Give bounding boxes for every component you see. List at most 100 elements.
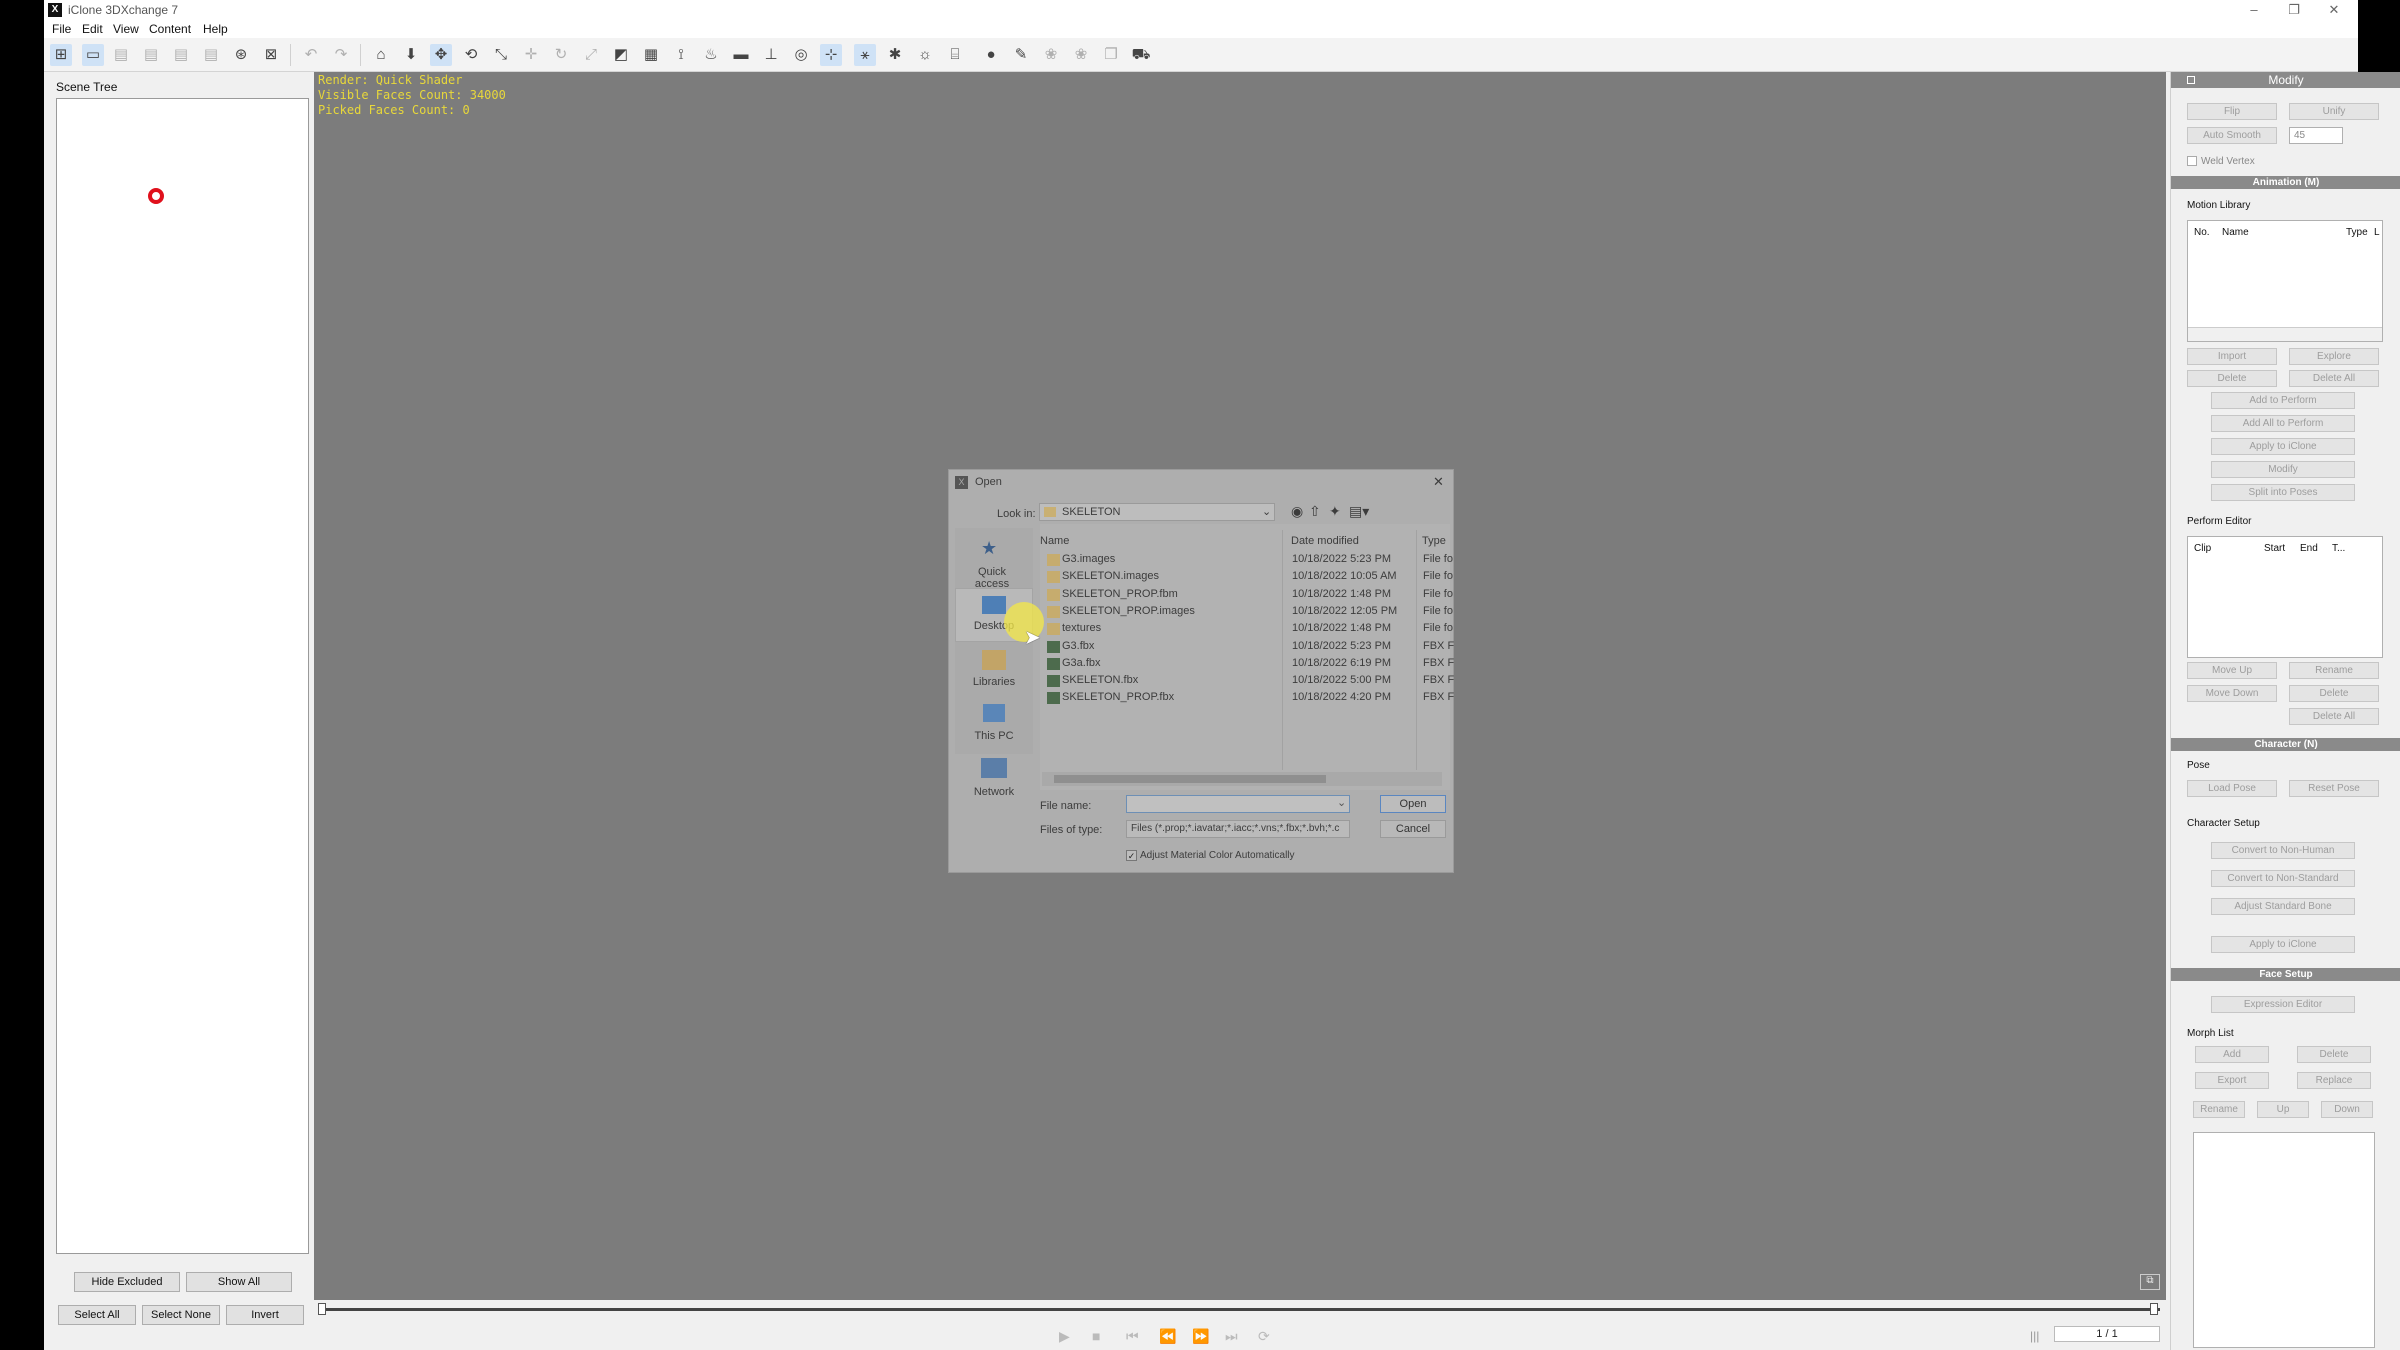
library-icon[interactable]: ⌸ xyxy=(944,44,966,66)
rename-morph-button[interactable]: Rename xyxy=(2193,1101,2245,1118)
pose-icon[interactable]: ✱ xyxy=(884,44,906,66)
restore-icon[interactable]: ❐ xyxy=(2274,0,2314,20)
modify-motion-button[interactable]: Modify xyxy=(2211,461,2355,478)
cart-icon[interactable]: ⛟ xyxy=(1130,44,1152,66)
column-name[interactable]: Name xyxy=(1040,535,1069,547)
network-icon[interactable] xyxy=(981,758,1007,778)
convert-non-human-button[interactable]: Convert to Non-Human xyxy=(2211,842,2355,859)
light-icon[interactable]: ♨ xyxy=(700,44,722,66)
character-header[interactable]: Character (N) xyxy=(2171,738,2400,751)
quick-access-item[interactable]: Quick access xyxy=(961,566,1023,590)
libraries-item[interactable]: Libraries xyxy=(963,676,1025,688)
file-row-name[interactable]: SKELETON_PROP.images xyxy=(1062,605,1195,617)
hide-excluded-button[interactable]: Hide Excluded xyxy=(74,1272,180,1292)
wireframe-icon[interactable]: ◩ xyxy=(610,44,632,66)
drop-to-floor-icon[interactable]: ⬇ xyxy=(400,44,422,66)
undo-icon[interactable]: ↶ xyxy=(300,44,322,66)
motion-library-table[interactable]: No. Name Type L xyxy=(2187,220,2383,342)
new-folder-icon[interactable]: ✦ xyxy=(1329,503,1341,520)
select-icon[interactable]: ⊹ xyxy=(820,44,842,66)
column-type[interactable]: Type xyxy=(1422,535,1446,547)
file-name-chevron-icon[interactable]: ⌄ xyxy=(1337,796,1346,809)
file-row-name[interactable]: G3a.fbx xyxy=(1062,657,1101,669)
select-none-button[interactable]: Select None xyxy=(142,1305,220,1325)
bone-icon[interactable]: ⟟ xyxy=(670,44,692,66)
home-icon[interactable]: ⌂ xyxy=(370,44,392,66)
adjust-standard-bone-button[interactable]: Adjust Standard Bone xyxy=(2211,898,2355,915)
maximize-viewport-icon[interactable]: ⧉ xyxy=(2140,1274,2160,1290)
stop-icon[interactable]: ■ xyxy=(1092,1328,1100,1344)
scale-icon[interactable]: ⤡ xyxy=(490,44,512,66)
scene-tree-toggle-icon[interactable]: ⊞ xyxy=(50,44,72,66)
apply-character-button[interactable]: Apply to iClone xyxy=(2211,936,2355,953)
select-all-button[interactable]: Select All xyxy=(58,1305,136,1325)
morph2-icon[interactable]: ❀ xyxy=(1070,44,1092,66)
redo-icon[interactable]: ↷ xyxy=(330,44,352,66)
files-of-type-dropdown[interactable]: Files (*.prop;*.iavatar;*.iacc;*.vns;*.f… xyxy=(1126,820,1350,838)
delete-all-motion-button[interactable]: Delete All xyxy=(2289,370,2379,387)
sphere-icon[interactable]: ● xyxy=(980,44,1002,66)
menu-file[interactable]: File xyxy=(52,22,71,36)
grid-icon[interactable]: ▦ xyxy=(640,44,662,66)
pen-icon[interactable]: ✎ xyxy=(1010,44,1032,66)
unify-button[interactable]: Unify xyxy=(2289,103,2379,120)
up-folder-icon[interactable]: ⇧ xyxy=(1309,503,1321,520)
camera-icon[interactable]: ▬ xyxy=(730,44,752,66)
file-name-input[interactable] xyxy=(1126,795,1350,813)
file-row-name[interactable]: textures xyxy=(1062,622,1101,634)
timeline-start-handle[interactable] xyxy=(318,1303,326,1315)
quick-access-icon[interactable]: ★ xyxy=(981,538,997,559)
this-pc-icon[interactable] xyxy=(983,704,1005,722)
menu-edit[interactable]: Edit xyxy=(82,22,103,36)
fit-icon[interactable]: ⤢ xyxy=(580,44,602,66)
dialog-close-icon[interactable]: ✕ xyxy=(1433,474,1444,490)
load-pose-button[interactable]: Load Pose xyxy=(2187,780,2277,797)
export-fbx-icon[interactable]: ▤ xyxy=(200,44,222,66)
morph-up-button[interactable]: Up xyxy=(2257,1101,2309,1118)
expression-editor-button[interactable]: Expression Editor xyxy=(2211,996,2355,1013)
morph-list-box[interactable] xyxy=(2193,1132,2375,1348)
collapse-icon[interactable] xyxy=(2187,76,2195,84)
file-row-name[interactable]: G3.images xyxy=(1062,553,1115,565)
network-item[interactable]: Network xyxy=(963,786,1025,798)
file-row-name[interactable]: SKELETON_PROP.fbx xyxy=(1062,691,1174,703)
look-in-dropdown[interactable]: SKELETON ⌄ xyxy=(1039,503,1275,521)
save-as-icon[interactable]: ▤ xyxy=(140,44,162,66)
export-morph-button[interactable]: Export xyxy=(2195,1072,2269,1089)
file-row-name[interactable]: G3.fbx xyxy=(1062,640,1094,652)
ground-icon[interactable]: ⊥ xyxy=(760,44,782,66)
morph-down-button[interactable]: Down xyxy=(2321,1101,2373,1118)
reset-pose-button[interactable]: Reset Pose xyxy=(2289,780,2379,797)
file-row-name[interactable]: SKELETON.images xyxy=(1062,570,1159,582)
close-icon[interactable]: ✕ xyxy=(2314,0,2354,20)
delete-motion-button[interactable]: Delete xyxy=(2187,370,2277,387)
add-morph-button[interactable]: Add xyxy=(2195,1046,2269,1063)
motion-library-scrollbar[interactable] xyxy=(2188,327,2382,341)
back-icon[interactable]: ◉ xyxy=(1291,503,1303,520)
timeline-end-handle[interactable] xyxy=(2150,1303,2158,1315)
auto-smooth-button[interactable]: Auto Smooth xyxy=(2187,127,2277,144)
animation-header[interactable]: Animation (M) xyxy=(2171,176,2400,189)
show-all-button[interactable]: Show All xyxy=(186,1272,292,1292)
column-date[interactable]: Date modified xyxy=(1291,535,1359,547)
loop-icon[interactable]: ⟳ xyxy=(1258,1328,1270,1345)
add-all-to-perform-button[interactable]: Add All to Perform xyxy=(2211,415,2355,432)
save-icon[interactable]: ▤ xyxy=(110,44,132,66)
batch-icon[interactable]: ⊠ xyxy=(260,44,282,66)
morph3-icon[interactable]: ❐ xyxy=(1100,44,1122,66)
frame-counter[interactable]: 1 / 1 xyxy=(2054,1326,2160,1342)
replace-morph-button[interactable]: Replace xyxy=(2297,1072,2371,1089)
rotate-icon[interactable]: ⟲ xyxy=(460,44,482,66)
menu-help[interactable]: Help xyxy=(203,22,228,36)
open-button[interactable]: Open xyxy=(1380,795,1446,813)
weld-vertex-checkbox[interactable] xyxy=(2187,156,2197,166)
next-frame-icon[interactable]: ⏩ xyxy=(1192,1328,1209,1345)
morph-icon[interactable]: ❀ xyxy=(1040,44,1062,66)
libraries-icon[interactable] xyxy=(982,650,1006,670)
skeleton-view-icon[interactable]: ⚹ xyxy=(854,44,876,66)
move-up-button[interactable]: Move Up xyxy=(2187,662,2277,679)
invert-button[interactable]: Invert xyxy=(226,1305,304,1325)
menu-content[interactable]: Content xyxy=(149,22,191,36)
cancel-button[interactable]: Cancel xyxy=(1380,820,1446,838)
previous-frame-icon[interactable]: ⏪ xyxy=(1159,1328,1176,1345)
